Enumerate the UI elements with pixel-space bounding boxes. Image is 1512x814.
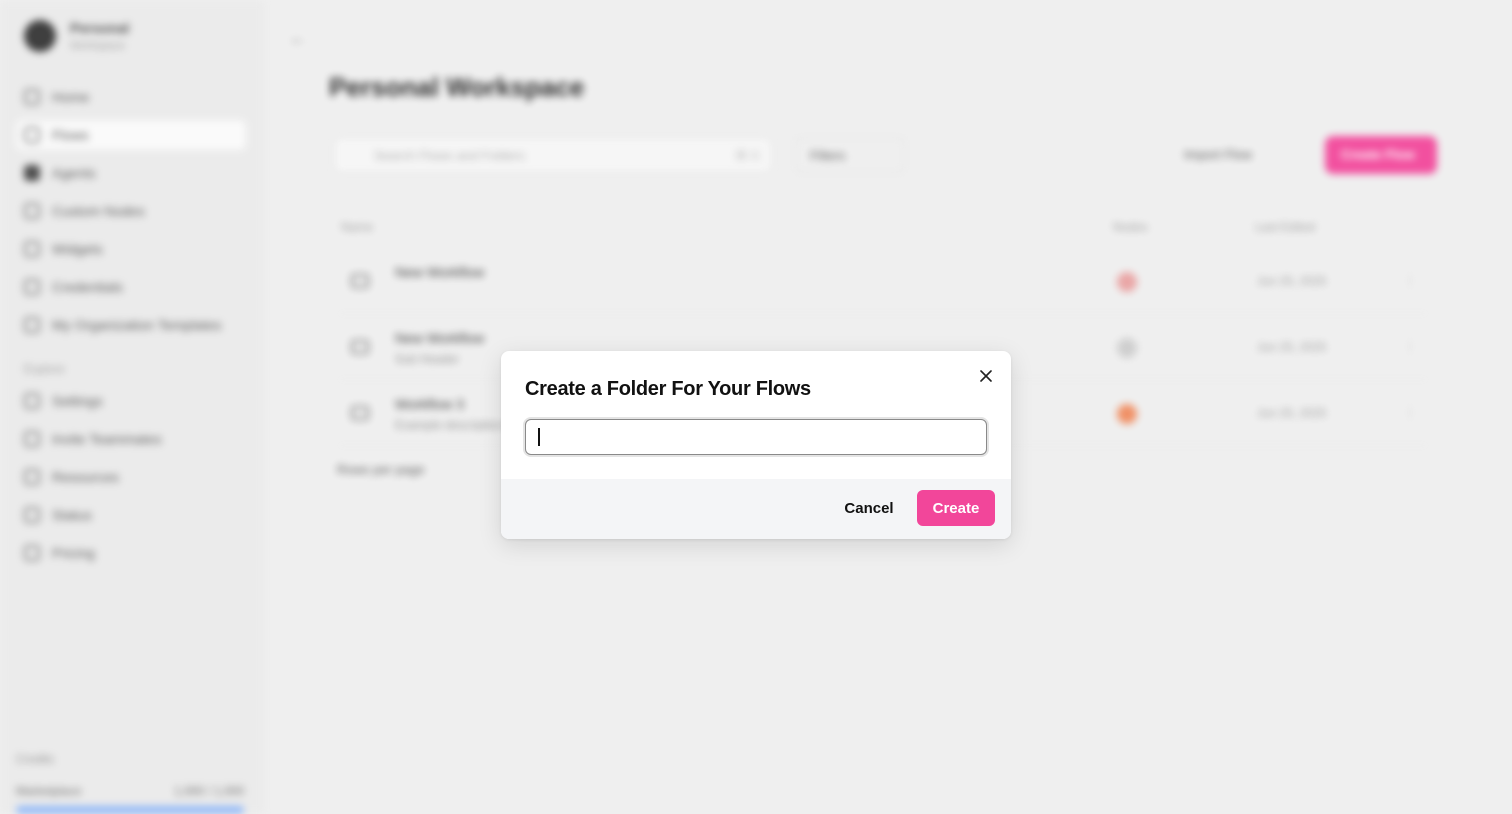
text-cursor: [538, 428, 540, 446]
create-button[interactable]: Create: [917, 490, 995, 526]
cancel-button[interactable]: Cancel: [831, 490, 907, 526]
close-icon[interactable]: [977, 367, 995, 385]
folder-name-input[interactable]: [525, 419, 987, 455]
dialog-footer: Cancel Create: [501, 479, 1011, 539]
close-icon-glyph: [980, 370, 992, 382]
dialog-title: Create a Folder For Your Flows: [525, 378, 811, 400]
create-folder-dialog: Create a Folder For Your Flows Cancel Cr…: [501, 351, 1011, 539]
